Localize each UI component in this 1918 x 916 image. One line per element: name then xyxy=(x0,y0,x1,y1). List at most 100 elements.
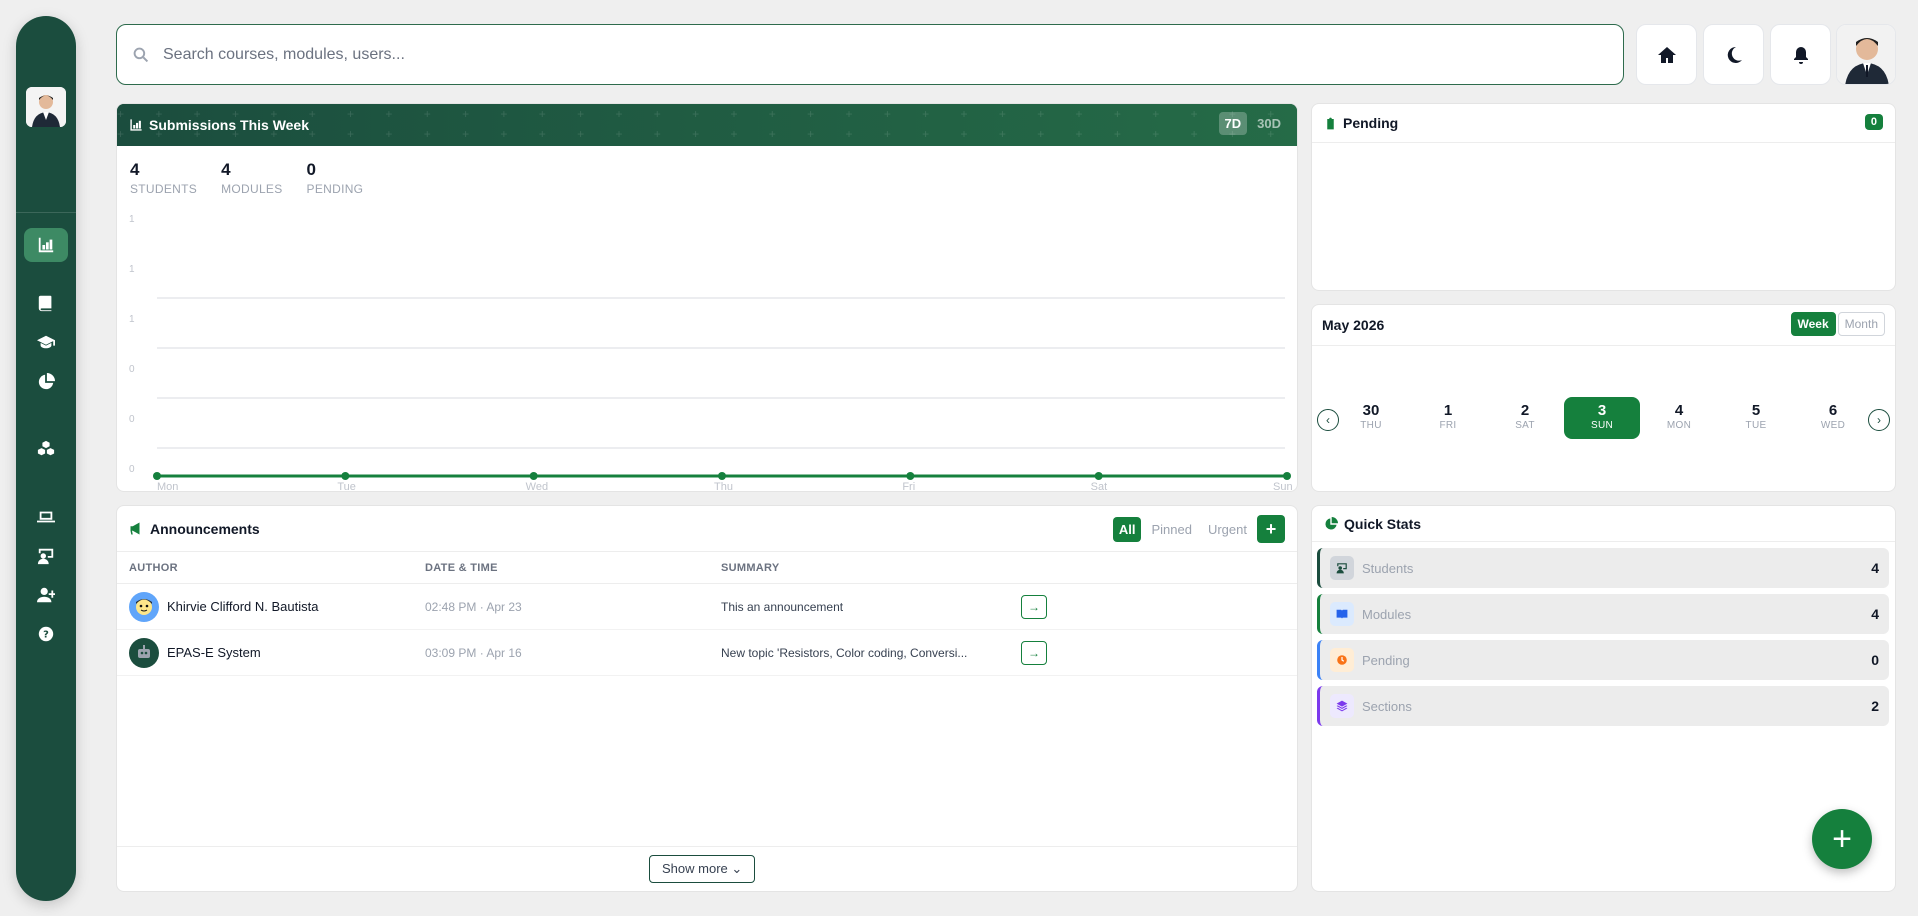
table-row[interactable]: EPAS-E System 03:09 PM · Apr 16 New topi… xyxy=(117,630,1297,676)
y-tick-label: 0 xyxy=(129,364,135,375)
column-header: SUMMARY xyxy=(721,561,780,574)
stat-label: PENDING xyxy=(306,182,364,196)
sidebar-item-dashboard[interactable] xyxy=(24,228,68,262)
teacher-icon xyxy=(37,548,54,565)
chevron-left-icon: ‹ xyxy=(1326,413,1330,427)
calendar-day[interactable]: 6 WED xyxy=(1795,397,1871,439)
range-30d-button[interactable]: 30D xyxy=(1251,112,1287,135)
add-announcement-button[interactable]: + xyxy=(1257,515,1285,543)
open-announcement-button[interactable]: → xyxy=(1021,594,1047,619)
data-point[interactable] xyxy=(341,472,350,480)
sidebar-item-sections[interactable] xyxy=(24,432,68,466)
clock-icon xyxy=(1330,648,1354,672)
x-tick-label: Sun xyxy=(1273,481,1293,492)
data-point[interactable] xyxy=(906,472,915,480)
data-point[interactable] xyxy=(1283,472,1291,480)
y-tick-label: 1 xyxy=(129,214,135,225)
sidebar-avatar[interactable] xyxy=(26,87,66,127)
column-header: AUTHOR xyxy=(129,561,178,574)
chart-icon xyxy=(38,237,54,253)
search-input[interactable] xyxy=(163,45,1563,64)
sidebar-item-analytics[interactable] xyxy=(24,365,68,399)
notifications-button[interactable] xyxy=(1770,24,1831,85)
announcements-card: Announcements All Pinned Urgent + AUTHOR… xyxy=(116,505,1298,892)
show-more-button[interactable]: Show more ⌄ xyxy=(649,855,756,883)
datetime-cell: 03:09 PM · Apr 16 xyxy=(425,645,522,660)
filter-pinned[interactable]: Pinned xyxy=(1145,517,1197,542)
author-cell: EPAS-E System xyxy=(129,637,425,668)
announcement-filters: All Pinned Urgent + xyxy=(1112,515,1285,543)
month-view-button[interactable]: Month xyxy=(1837,312,1885,336)
quick-stat-value: 2 xyxy=(1871,698,1879,714)
avatar xyxy=(129,637,159,668)
table-row[interactable]: Khirvie Clifford N. Bautista 02:48 PM · … xyxy=(117,584,1297,630)
stat-students: 4 STUDENTS xyxy=(130,160,197,196)
footer-divider xyxy=(117,846,1297,847)
floating-add-button[interactable]: + xyxy=(1812,809,1872,869)
stat-pending: 0 PENDING xyxy=(307,160,364,196)
laptop-icon xyxy=(37,511,55,523)
submissions-stats: 4 STUDENTS 4 MODULES 0 PENDING xyxy=(117,146,1297,196)
theme-toggle-button[interactable] xyxy=(1703,24,1764,85)
day-weekday: SAT xyxy=(1515,420,1535,431)
submissions-card: + + + + + + + + + + + + + + + + + + + + … xyxy=(116,103,1298,492)
calendar-day[interactable]: 30 THU xyxy=(1333,397,1409,439)
search-bar[interactable] xyxy=(116,24,1624,85)
quick-stat-modules[interactable]: Modules 4 xyxy=(1317,594,1889,634)
pie-chart-icon xyxy=(1325,516,1338,530)
x-tick-label: Mon xyxy=(157,481,178,492)
day-weekday: SUN xyxy=(1590,420,1613,431)
quick-stat-value: 4 xyxy=(1871,606,1879,622)
filter-urgent[interactable]: Urgent xyxy=(1202,517,1253,542)
author-cell: Khirvie Clifford N. Bautista xyxy=(129,591,425,622)
day-number: 5 xyxy=(1751,402,1761,419)
pending-title: Pending xyxy=(1343,115,1399,131)
day-number: 6 xyxy=(1828,402,1838,419)
sidebar-item-help[interactable]: ? xyxy=(24,617,68,651)
avatar xyxy=(129,591,159,622)
quick-stats-header: Quick Stats xyxy=(1312,506,1895,542)
clipboard-icon xyxy=(1327,117,1334,129)
next-week-button[interactable]: › xyxy=(1868,409,1890,431)
data-point[interactable] xyxy=(153,472,161,480)
data-point[interactable] xyxy=(1094,472,1103,480)
quick-stat-pending[interactable]: Pending 0 xyxy=(1317,640,1889,680)
day-weekday: MON xyxy=(1666,420,1692,431)
user-avatar[interactable] xyxy=(1836,24,1896,85)
sidebar-item-modules[interactable] xyxy=(24,286,68,320)
y-tick-label: 0 xyxy=(129,464,135,475)
table-header: AUTHOR DATE & TIME SUMMARY xyxy=(117,552,1297,584)
quick-stats-card: Quick Stats Students 4 Modules 4 Pending… xyxy=(1311,505,1896,892)
sidebar-item-devices[interactable] xyxy=(24,500,68,534)
x-tick-label: Fri xyxy=(902,481,915,492)
sidebar-item-instructors[interactable] xyxy=(24,539,68,573)
x-tick-label: Wed xyxy=(526,481,548,492)
quick-stats-title: Quick Stats xyxy=(1344,515,1422,532)
home-icon xyxy=(1657,46,1676,63)
summary-cell: This an announcement xyxy=(721,599,844,614)
x-tick-label: Thu xyxy=(714,481,733,492)
quick-stat-sections[interactable]: Sections 2 xyxy=(1317,686,1889,726)
week-view-button[interactable]: Week xyxy=(1790,312,1836,336)
calendar-day-selected[interactable]: 3 SUN xyxy=(1564,397,1640,439)
data-point[interactable] xyxy=(529,472,538,480)
calendar-day[interactable]: 5 TUE xyxy=(1718,397,1794,439)
quick-stat-students[interactable]: Students 4 xyxy=(1317,548,1889,588)
announcements-header: Announcements All Pinned Urgent + xyxy=(117,506,1297,552)
data-point[interactable] xyxy=(718,472,726,480)
calendar-day[interactable]: 1 FRI xyxy=(1410,397,1486,439)
range-7d-button[interactable]: 7D xyxy=(1218,112,1248,135)
calendar-day[interactable]: 2 SAT xyxy=(1487,397,1563,439)
bell-icon xyxy=(1793,46,1808,64)
day-number: 3 xyxy=(1597,402,1607,419)
pending-card: Pending 0 xyxy=(1311,103,1896,291)
sidebar-item-add-user[interactable] xyxy=(24,578,68,612)
stat-value: 0 xyxy=(306,160,316,179)
open-announcement-button[interactable]: → xyxy=(1021,640,1047,665)
calendar-day[interactable]: 4 MON xyxy=(1641,397,1717,439)
home-button[interactable] xyxy=(1636,24,1697,85)
sidebar-item-courses[interactable] xyxy=(24,325,68,359)
pie-chart-icon xyxy=(38,373,55,390)
filter-all[interactable]: All xyxy=(1112,516,1142,542)
quick-stat-label: Pending xyxy=(1362,652,1410,668)
